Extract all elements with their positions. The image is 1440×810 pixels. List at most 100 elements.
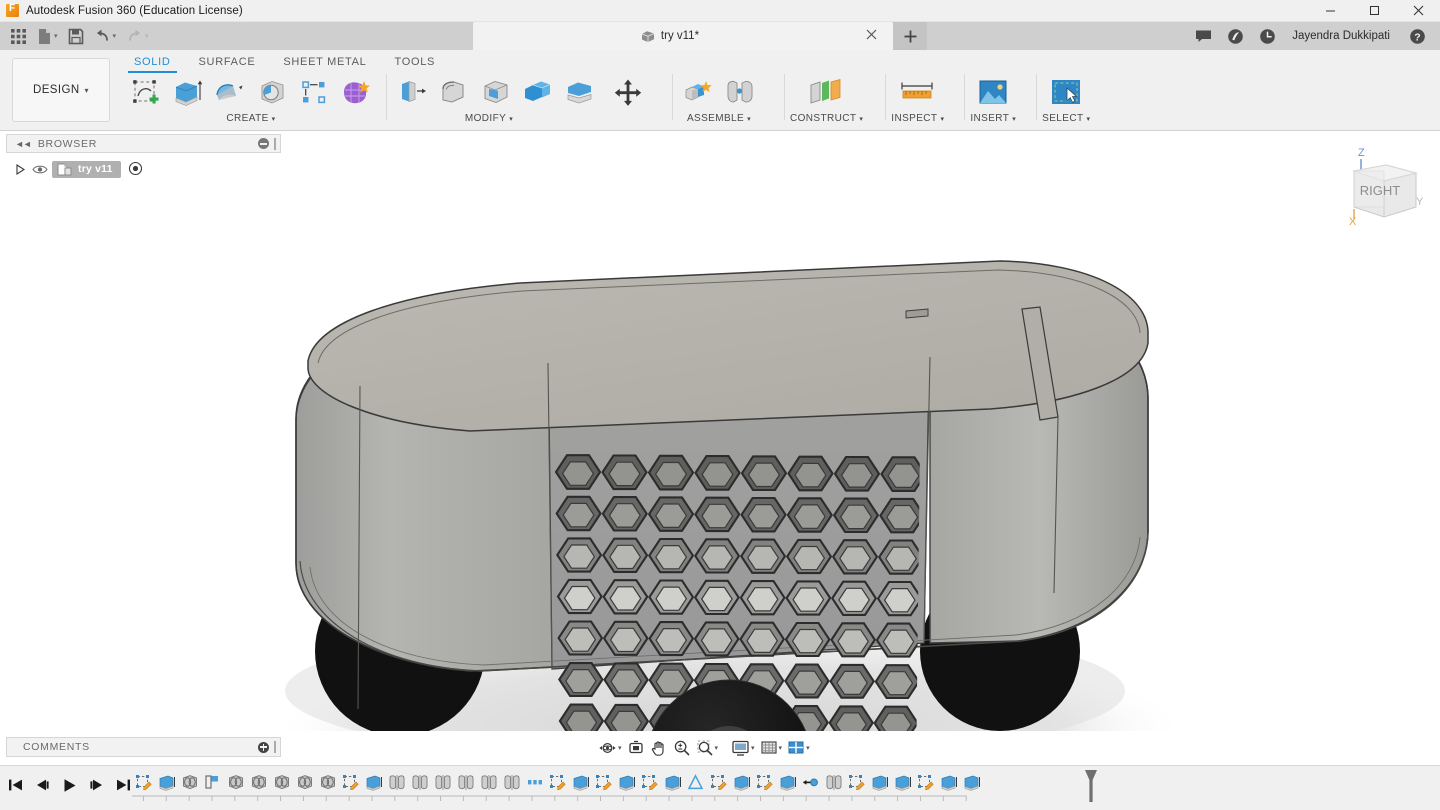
- timeline-feature-extrude[interactable]: [730, 769, 753, 795]
- ribbon-panel-create-label[interactable]: CREATE ▾: [226, 113, 275, 124]
- grid-snaps-icon[interactable]: ▾: [758, 737, 785, 759]
- ribbon-panel-construct-label[interactable]: CONSTRUCT ▾: [790, 113, 863, 124]
- timeline-feature-extrude[interactable]: [615, 769, 638, 795]
- timeline-feature-extrude[interactable]: [155, 769, 178, 795]
- chevron-down-icon[interactable]: ▾: [715, 744, 719, 752]
- timeline-feature-extrude[interactable]: [661, 769, 684, 795]
- timeline-feature-joint[interactable]: [799, 769, 822, 795]
- step-forward-icon[interactable]: [87, 775, 105, 795]
- chevron-down-icon[interactable]: ▾: [751, 744, 755, 752]
- new-tab-button[interactable]: [893, 22, 927, 50]
- timeline-feature-sketch[interactable]: [339, 769, 362, 795]
- ribbon-panel-assemble-label[interactable]: ASSEMBLE ▾: [687, 113, 751, 124]
- press-pull-icon[interactable]: [392, 73, 432, 113]
- browser-tree-root[interactable]: try v11: [14, 160, 144, 178]
- combine-icon[interactable]: [518, 73, 558, 113]
- ribbon-panel-modify-label[interactable]: MODIFY ▾: [465, 113, 513, 124]
- viewports-icon[interactable]: ▾: [785, 737, 812, 759]
- expand-arrow-icon[interactable]: [14, 163, 27, 176]
- orbit-icon[interactable]: ▾: [596, 737, 624, 759]
- comment-icon[interactable]: [1188, 22, 1218, 50]
- comments-resize-grip[interactable]: [274, 741, 276, 753]
- look-at-icon[interactable]: [625, 737, 647, 759]
- play-icon[interactable]: [60, 775, 78, 795]
- user-name[interactable]: Jayendra Dukkipati: [1284, 30, 1400, 42]
- viewport-canvas[interactable]: Z RIGHT Y X: [0, 131, 1440, 731]
- timeline-feature-sketch[interactable]: [132, 769, 155, 795]
- redo-icon[interactable]: ▾: [121, 23, 154, 49]
- maximize-icon[interactable]: [1352, 0, 1396, 22]
- timeline-feature-sketch[interactable]: [592, 769, 615, 795]
- ribbon-panel-select-label[interactable]: SELECT ▾: [1042, 113, 1090, 124]
- timeline-feature-revolve[interactable]: [247, 769, 270, 795]
- timeline-feature-mirror[interactable]: [385, 769, 408, 795]
- minimize-icon[interactable]: [1308, 0, 1352, 22]
- timeline-feature-sketch[interactable]: [914, 769, 937, 795]
- timeline-feature-track[interactable]: [132, 769, 1384, 803]
- fit-icon[interactable]: ▾: [694, 737, 721, 759]
- display-settings-icon[interactable]: ▾: [729, 737, 757, 759]
- skip-to-start-icon[interactable]: [6, 775, 24, 795]
- timeline-feature-sketch[interactable]: [546, 769, 569, 795]
- close-icon[interactable]: [1396, 0, 1440, 22]
- chevron-down-icon[interactable]: ▾: [113, 32, 117, 40]
- timeline-feature-sketch[interactable]: [753, 769, 776, 795]
- chevron-down-icon[interactable]: ▾: [618, 744, 622, 752]
- workspace-switcher[interactable]: DESIGN ▾: [12, 58, 110, 122]
- measure-icon[interactable]: [894, 73, 942, 113]
- timeline-feature-revolve[interactable]: [293, 769, 316, 795]
- timeline-feature-extrude[interactable]: [776, 769, 799, 795]
- timeline-feature-mirror[interactable]: [822, 769, 845, 795]
- tab-surface[interactable]: SURFACE: [185, 53, 270, 74]
- collapse-left-icon[interactable]: ◄◄: [7, 139, 38, 149]
- extrude-icon[interactable]: [168, 73, 208, 113]
- offset-plane-icon[interactable]: [801, 73, 853, 113]
- timeline-feature-pattern[interactable]: [523, 769, 546, 795]
- view-cube[interactable]: Z RIGHT Y X: [1328, 141, 1438, 241]
- timeline-feature-mirror[interactable]: [477, 769, 500, 795]
- timeline-feature-extrude[interactable]: [937, 769, 960, 795]
- split-face-icon[interactable]: [560, 73, 600, 113]
- revolve-icon[interactable]: [210, 73, 250, 113]
- timeline-feature-extrude[interactable]: [569, 769, 592, 795]
- skip-to-end-icon[interactable]: [114, 775, 132, 795]
- timeline-feature-draft[interactable]: [684, 769, 707, 795]
- zoom-icon[interactable]: [671, 737, 693, 759]
- chevron-down-icon[interactable]: ▾: [779, 744, 783, 752]
- eye-icon[interactable]: [31, 162, 48, 176]
- create-sketch-icon[interactable]: [126, 73, 166, 113]
- timeline-feature-revolve[interactable]: [224, 769, 247, 795]
- recent-icon[interactable]: [1252, 22, 1282, 50]
- ribbon-panel-insert-label[interactable]: INSERT ▾: [970, 113, 1016, 124]
- shell-icon[interactable]: [476, 73, 516, 113]
- save-icon[interactable]: [63, 23, 89, 49]
- form-icon[interactable]: [336, 73, 376, 113]
- timeline-marker-icon[interactable]: [1083, 769, 1099, 803]
- select-window-icon[interactable]: [1046, 73, 1086, 113]
- tab-solid[interactable]: SOLID: [120, 53, 185, 74]
- timeline-feature-sketch[interactable]: [638, 769, 661, 795]
- browser-component-chip[interactable]: try v11: [52, 160, 121, 178]
- timeline-feature-extrude[interactable]: [960, 769, 983, 795]
- timeline-feature-plane[interactable]: [201, 769, 224, 795]
- new-file-icon[interactable]: ▾: [32, 23, 63, 49]
- timeline-feature-mirror[interactable]: [500, 769, 523, 795]
- timeline-feature-revolve[interactable]: [270, 769, 293, 795]
- notification-icon[interactable]: [1220, 22, 1250, 50]
- timeline-feature-mirror[interactable]: [408, 769, 431, 795]
- move-copy-icon[interactable]: [608, 73, 648, 113]
- app-grid-icon[interactable]: [5, 23, 32, 49]
- comments-panel-header[interactable]: COMMENTS: [6, 737, 281, 757]
- timeline-feature-revolve[interactable]: [178, 769, 201, 795]
- timeline-feature-revolve[interactable]: [316, 769, 339, 795]
- document-tab[interactable]: try v11*: [473, 22, 893, 50]
- add-comment-icon[interactable]: [258, 741, 269, 753]
- minus-circle-icon[interactable]: [258, 138, 269, 149]
- timeline-feature-sketch[interactable]: [707, 769, 730, 795]
- tab-sheet-metal[interactable]: SHEET METAL: [269, 53, 380, 74]
- chevron-down-icon[interactable]: ▾: [54, 32, 58, 40]
- tab-tools[interactable]: TOOLS: [380, 53, 449, 74]
- pattern-icon[interactable]: [294, 73, 334, 113]
- help-icon[interactable]: ?: [1402, 22, 1432, 50]
- insert-image-icon[interactable]: [973, 73, 1013, 113]
